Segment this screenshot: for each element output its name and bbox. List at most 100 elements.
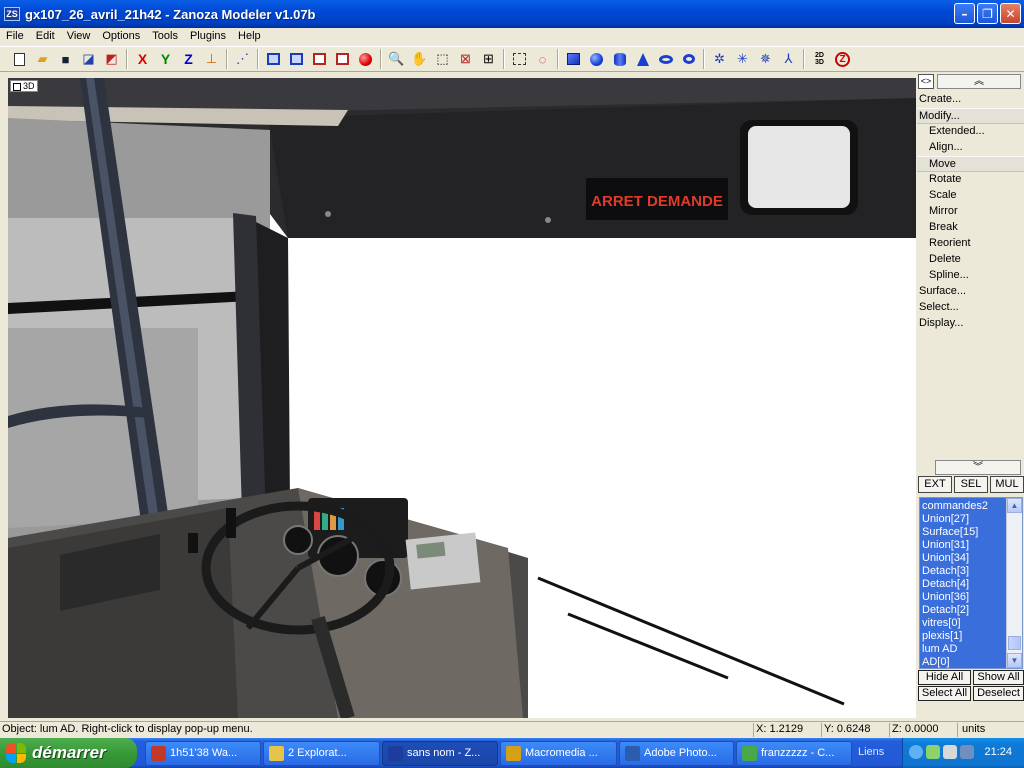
command-mirror[interactable]: Mirror — [917, 204, 1024, 220]
create-ring-button[interactable] — [677, 48, 700, 70]
taskbar-task[interactable]: Adobe Photo... — [619, 741, 734, 766]
tray-clock[interactable]: 21:24 — [984, 746, 1012, 758]
save-button[interactable]: ■ — [54, 48, 77, 70]
title-bar[interactable]: ZS gx107_26_avril_21h42 - Zanoza Modeler… — [0, 0, 1024, 28]
menu-file[interactable]: File — [0, 28, 30, 46]
taskbar-task[interactable]: sans nom - Z... — [382, 741, 498, 766]
minimize-button[interactable]: – — [954, 3, 975, 24]
hide-all-button[interactable]: Hide All — [918, 670, 971, 685]
export-button[interactable]: ◩ — [100, 48, 123, 70]
create-sphere-button[interactable] — [585, 48, 608, 70]
command-surface[interactable]: Surface... — [917, 284, 1024, 300]
object-list-item[interactable]: Union[34] — [920, 552, 1008, 565]
view-front-button[interactable] — [262, 48, 285, 70]
menu-tools[interactable]: Tools — [146, 28, 184, 46]
taskbar-task[interactable]: 2 Explorat... — [263, 741, 380, 766]
save-as-button[interactable]: ◪ — [77, 48, 100, 70]
select-circle-button[interactable]: ◌ — [531, 48, 554, 70]
command-display[interactable]: Display... — [917, 316, 1024, 332]
new-file-button[interactable] — [8, 48, 31, 70]
object-list-item[interactable]: Detach[4] — [920, 578, 1008, 591]
command-reorient[interactable]: Reorient — [917, 236, 1024, 252]
taskbar-task[interactable]: 1h51'38 Wa... — [145, 741, 261, 766]
viewport-label[interactable]: 3D — [10, 80, 38, 92]
zoom-all-button[interactable]: ⊞ — [477, 48, 500, 70]
mode-ext-button[interactable]: EXT — [918, 476, 952, 493]
orbit-button[interactable]: ⬚ — [431, 48, 454, 70]
tray-arrow-icon[interactable] — [909, 745, 923, 759]
tray-monitor-icon[interactable] — [960, 745, 974, 759]
view-top-button[interactable] — [308, 48, 331, 70]
create-box-button[interactable] — [562, 48, 585, 70]
object-list-item[interactable]: Detach[3] — [920, 565, 1008, 578]
command-scale[interactable]: Scale — [917, 188, 1024, 204]
deselect-button[interactable]: Deselect — [973, 686, 1024, 701]
axis-xyz-button[interactable]: ⊥ — [200, 48, 223, 70]
menu-options[interactable]: Options — [96, 28, 146, 46]
vertex-tool-button[interactable]: ⋰ — [231, 48, 254, 70]
menu-help[interactable]: Help — [232, 28, 267, 46]
zoom-extents-button[interactable]: ⊠ — [454, 48, 477, 70]
zoom-button[interactable]: 🔍 — [385, 48, 408, 70]
panel-scroll-down-button[interactable]: ︾ — [935, 460, 1021, 475]
panel-collapse-button[interactable]: <> — [918, 74, 934, 89]
scroll-down-arrow-icon[interactable]: ▼ — [1007, 653, 1022, 668]
command-spline[interactable]: Spline... — [917, 268, 1024, 284]
select-region-button[interactable] — [508, 48, 531, 70]
object-list-item[interactable]: Union[27] — [920, 513, 1008, 526]
light-tool-button[interactable]: ✲ — [708, 48, 731, 70]
object-list-item[interactable]: Detach[2] — [920, 604, 1008, 617]
object-list-item[interactable]: Union[36] — [920, 591, 1008, 604]
command-rotate[interactable]: Rotate — [917, 172, 1024, 188]
object-list-item[interactable]: Union[31] — [920, 539, 1008, 552]
show-all-button[interactable]: Show All — [973, 670, 1024, 685]
tray-user-icon[interactable] — [943, 745, 957, 759]
maximize-button[interactable]: ❐ — [977, 3, 998, 24]
command-delete[interactable]: Delete — [917, 252, 1024, 268]
command-select[interactable]: Select... — [917, 300, 1024, 316]
view-persp-button[interactable] — [331, 48, 354, 70]
create-cone-button[interactable] — [631, 48, 654, 70]
scroll-up-arrow-icon[interactable]: ▲ — [1007, 498, 1022, 513]
axis-y-button[interactable]: Y — [154, 48, 177, 70]
panel-scroll-up-button[interactable]: ︽ — [937, 74, 1021, 89]
object-list-item[interactable]: commandes2 — [920, 500, 1008, 513]
mode-sel-button[interactable]: SEL — [954, 476, 988, 493]
light2-tool-button[interactable]: ✳ — [731, 48, 754, 70]
command-align[interactable]: Align... — [917, 140, 1024, 156]
viewport-3d[interactable]: ARRET DEMANDE 3D — [8, 78, 916, 718]
object-list-item[interactable]: Surface[15] — [920, 526, 1008, 539]
scroll-thumb[interactable] — [1008, 636, 1021, 650]
object-list-scrollbar[interactable]: ▲ ▼ — [1006, 498, 1022, 668]
tray-network-icon[interactable] — [926, 745, 940, 759]
zanoza-button[interactable]: Z — [831, 48, 854, 70]
object-list-item[interactable]: plexis[1] — [920, 630, 1008, 643]
render-button[interactable] — [354, 48, 377, 70]
menu-view[interactable]: View — [61, 28, 97, 46]
command-move[interactable]: Move — [917, 156, 1024, 172]
start-button[interactable]: démarrer — [0, 738, 137, 768]
object-list-item[interactable]: lum AD — [920, 643, 1008, 656]
command-create[interactable]: Create... — [917, 92, 1024, 108]
mode-mul-button[interactable]: MUL — [990, 476, 1024, 493]
open-file-button[interactable]: ▰ — [31, 48, 54, 70]
object-list[interactable]: commandes2 Union[27] Surface[15] Union[31] U… — [919, 497, 1023, 669]
view-side-button[interactable] — [285, 48, 308, 70]
menu-edit[interactable]: Edit — [30, 28, 61, 46]
create-cylinder-button[interactable] — [608, 48, 631, 70]
taskbar-task[interactable]: franzzzzz - C... — [736, 741, 852, 766]
pan-button[interactable]: ✋ — [408, 48, 431, 70]
links-toolbar[interactable]: Liens — [858, 746, 884, 758]
taskbar-task[interactable]: Macromedia ... — [500, 741, 617, 766]
object-list-item[interactable]: vitres[0] — [920, 617, 1008, 630]
command-extended[interactable]: Extended... — [917, 124, 1024, 140]
create-torus-button[interactable] — [654, 48, 677, 70]
axis-z-button[interactable]: Z — [177, 48, 200, 70]
close-button[interactable]: ✕ — [1000, 3, 1021, 24]
axis-x-button[interactable]: X — [131, 48, 154, 70]
object-list-item[interactable]: AD[0] — [920, 656, 1008, 668]
camera-tool-button[interactable]: ⅄ — [777, 48, 800, 70]
light3-tool-button[interactable]: ✵ — [754, 48, 777, 70]
command-modify[interactable]: Modify... — [917, 108, 1024, 124]
menu-plugins[interactable]: Plugins — [184, 28, 232, 46]
